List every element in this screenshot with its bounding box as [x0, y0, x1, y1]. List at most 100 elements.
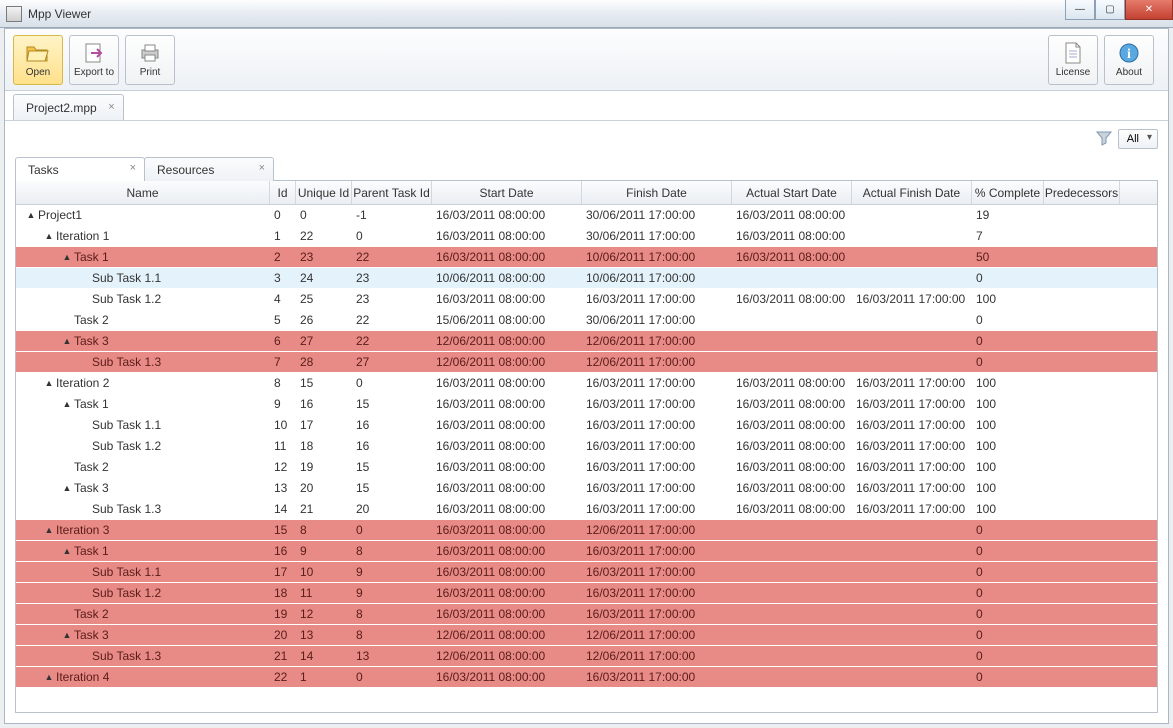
license-button[interactable]: License	[1048, 35, 1098, 85]
printer-icon	[138, 41, 162, 65]
cell-uid: 9	[296, 544, 352, 558]
cell-id: 19	[270, 607, 296, 621]
cell-astart: 16/03/2011 08:00:00	[732, 418, 852, 432]
cell-uid: 25	[296, 292, 352, 306]
funnel-icon[interactable]	[1096, 130, 1112, 149]
cell-finish: 30/06/2011 17:00:00	[582, 208, 732, 222]
expander-icon[interactable]: ▲	[44, 378, 54, 388]
col-id[interactable]: Id	[270, 181, 296, 204]
cell-uid: 22	[296, 229, 352, 243]
cell-pid: 27	[352, 355, 432, 369]
table-row[interactable]: Sub Task 1.110171616/03/2011 08:00:0016/…	[16, 415, 1157, 436]
col-name[interactable]: Name	[16, 181, 270, 204]
maximize-button[interactable]: ▢	[1095, 0, 1125, 20]
cell-finish: 12/06/2011 17:00:00	[582, 649, 732, 663]
expander-icon[interactable]: ▲	[62, 252, 72, 262]
col-uid[interactable]: Unique Id	[296, 181, 352, 204]
table-row[interactable]: ▲Task 19161516/03/2011 08:00:0016/03/201…	[16, 394, 1157, 415]
task-grid-body[interactable]: Name Id Unique Id Parent Task Id Start D…	[16, 181, 1157, 712]
table-row[interactable]: ▲Task 32013812/06/2011 08:00:0012/06/201…	[16, 625, 1157, 646]
tab-tasks[interactable]: Tasks ×	[15, 157, 145, 181]
svg-text:i: i	[1127, 47, 1131, 62]
col-pc[interactable]: % Complete	[972, 181, 1044, 204]
export-button[interactable]: Export to	[69, 35, 119, 85]
cell-pc: 7	[972, 229, 1044, 243]
table-row[interactable]: Task 21912816/03/2011 08:00:0016/03/2011…	[16, 604, 1157, 625]
table-row[interactable]: ▲Iteration 3158016/03/2011 08:00:0012/06…	[16, 520, 1157, 541]
table-row[interactable]: ▲Task 313201516/03/2011 08:00:0016/03/20…	[16, 478, 1157, 499]
table-row[interactable]: Sub Task 1.11710916/03/2011 08:00:0016/0…	[16, 562, 1157, 583]
cell-uid: 19	[296, 460, 352, 474]
open-button[interactable]: Open	[13, 35, 63, 85]
cell-pid: 9	[352, 586, 432, 600]
table-row[interactable]: Sub Task 1.21811916/03/2011 08:00:0016/0…	[16, 583, 1157, 604]
cell-uid: 1	[296, 670, 352, 684]
cell-astart: 16/03/2011 08:00:00	[732, 481, 852, 495]
app-icon	[6, 6, 22, 22]
cell-uid: 0	[296, 208, 352, 222]
titlebar: Mpp Viewer — ▢ ✕	[0, 0, 1173, 28]
cell-pid: 13	[352, 649, 432, 663]
expander-icon[interactable]: ▲	[62, 483, 72, 493]
col-astart[interactable]: Actual Start Date	[732, 181, 852, 204]
table-row[interactable]: Sub Task 1.314212016/03/2011 08:00:0016/…	[16, 499, 1157, 520]
cell-name-text: Sub Task 1.1	[92, 271, 161, 285]
cell-astart: 16/03/2011 08:00:00	[732, 292, 852, 306]
expander-icon[interactable]: ▲	[26, 210, 36, 220]
table-row[interactable]: Sub Task 1.211181616/03/2011 08:00:0016/…	[16, 436, 1157, 457]
filter-row: All	[15, 127, 1158, 151]
about-button[interactable]: i About	[1104, 35, 1154, 85]
tab-tasks-close-icon[interactable]: ×	[130, 162, 136, 174]
cell-id: 6	[270, 334, 296, 348]
app-title: Mpp Viewer	[28, 7, 91, 21]
table-row[interactable]: Sub Task 1.13242310/06/2011 08:00:0010/0…	[16, 268, 1157, 289]
table-row[interactable]: Sub Task 1.24252316/03/2011 08:00:0016/0…	[16, 289, 1157, 310]
cell-finish: 12/06/2011 17:00:00	[582, 355, 732, 369]
table-row[interactable]: ▲Task 1169816/03/2011 08:00:0016/03/2011…	[16, 541, 1157, 562]
cell-start: 16/03/2011 08:00:00	[432, 586, 582, 600]
cell-uid: 20	[296, 481, 352, 495]
table-row[interactable]: Task 212191516/03/2011 08:00:0016/03/201…	[16, 457, 1157, 478]
table-row[interactable]: Sub Task 1.37282712/06/2011 08:00:0012/0…	[16, 352, 1157, 373]
cell-name-text: Iteration 3	[56, 523, 109, 537]
cell-pc: 0	[972, 544, 1044, 558]
print-button[interactable]: Print	[125, 35, 175, 85]
cell-uid: 14	[296, 649, 352, 663]
tab-resources-close-icon[interactable]: ×	[259, 162, 265, 174]
table-row[interactable]: ▲Task 12232216/03/2011 08:00:0010/06/201…	[16, 247, 1157, 268]
table-row[interactable]: ▲Iteration 4221016/03/2011 08:00:0016/03…	[16, 667, 1157, 688]
cell-astart: 16/03/2011 08:00:00	[732, 376, 852, 390]
expander-icon[interactable]: ▲	[62, 336, 72, 346]
filter-dropdown[interactable]: All	[1118, 129, 1158, 149]
cell-uid: 12	[296, 607, 352, 621]
cell-pid: 0	[352, 670, 432, 684]
file-tab-close-icon[interactable]: ×	[108, 101, 114, 113]
table-row[interactable]: Task 25262215/06/2011 08:00:0030/06/2011…	[16, 310, 1157, 331]
table-row[interactable]: ▲Project100-116/03/2011 08:00:0030/06/20…	[16, 205, 1157, 226]
expander-icon[interactable]: ▲	[44, 231, 54, 241]
table-row[interactable]: Sub Task 1.321141312/06/2011 08:00:0012/…	[16, 646, 1157, 667]
minimize-button[interactable]: —	[1065, 0, 1095, 20]
tab-resources[interactable]: Resources ×	[144, 157, 274, 181]
col-start[interactable]: Start Date	[432, 181, 582, 204]
col-afinish[interactable]: Actual Finish Date	[852, 181, 972, 204]
table-row[interactable]: ▲Iteration 1122016/03/2011 08:00:0030/06…	[16, 226, 1157, 247]
file-tab[interactable]: Project2.mpp ×	[13, 94, 124, 120]
expander-icon[interactable]: ▲	[44, 525, 54, 535]
col-finish[interactable]: Finish Date	[582, 181, 732, 204]
cell-uid: 15	[296, 376, 352, 390]
table-row[interactable]: ▲Task 36272212/06/2011 08:00:0012/06/201…	[16, 331, 1157, 352]
expander-icon[interactable]: ▲	[62, 546, 72, 556]
folder-open-icon	[26, 41, 50, 65]
table-row[interactable]: ▲Iteration 2815016/03/2011 08:00:0016/03…	[16, 373, 1157, 394]
expander-icon[interactable]: ▲	[44, 672, 54, 682]
expander-icon[interactable]: ▲	[62, 630, 72, 640]
cell-id: 0	[270, 208, 296, 222]
cell-pc: 100	[972, 376, 1044, 390]
expander-icon[interactable]: ▲	[62, 399, 72, 409]
col-pid[interactable]: Parent Task Id	[352, 181, 432, 204]
close-button[interactable]: ✕	[1125, 0, 1173, 20]
cell-uid: 23	[296, 250, 352, 264]
cell-name-text: Sub Task 1.3	[92, 355, 161, 369]
col-pred[interactable]: Predecessors	[1044, 181, 1120, 204]
